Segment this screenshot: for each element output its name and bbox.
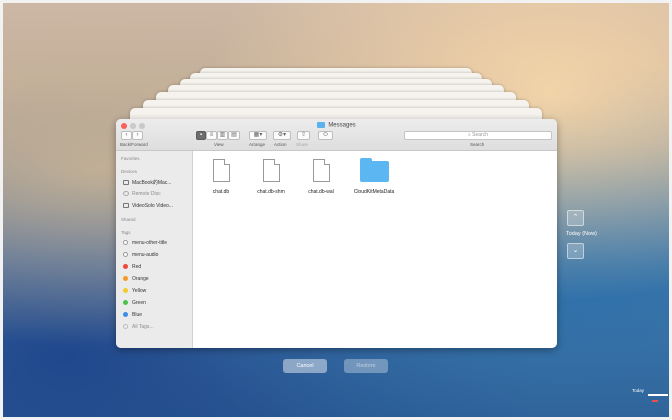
file-area: chat.db chat.db-shm chat.db-wal CloudKit… (193, 151, 557, 348)
sidebar-tag-item[interactable]: All Tags... (123, 324, 154, 330)
sidebar-header-favorites: Favorites (121, 156, 140, 161)
folder-icon (359, 158, 389, 182)
finder-window: Messages ‹ › Back/Forward ▪ ≡ ▥ ▤ View ▦… (116, 119, 557, 348)
folder-item[interactable]: CloudKitMetaData (346, 158, 402, 195)
file-item[interactable]: chat.db (197, 159, 245, 195)
search-input[interactable]: ⌕ Search (404, 131, 552, 140)
window-title: Messages (116, 122, 557, 129)
arrange-label: Arrange (249, 142, 266, 147)
timemachine-down-button[interactable]: ⌄ (567, 243, 584, 259)
share-button[interactable]: ⇧ (297, 131, 310, 140)
sidebar-tag-item[interactable]: menu-other-title (123, 240, 167, 246)
sidebar-tag-item[interactable]: Blue (123, 312, 142, 318)
tag-color-dot (123, 264, 128, 270)
tag-color-dot (123, 252, 128, 258)
grid-icon: ▪ (199, 132, 203, 138)
sidebar-tag-item[interactable]: Green (123, 300, 146, 306)
document-icon (312, 159, 330, 182)
tag-button[interactable]: ⬭ (318, 131, 333, 140)
share-label: Share (296, 142, 309, 147)
action-label: Action (274, 142, 287, 147)
sidebar-header-tags: Tags (121, 230, 131, 235)
disc-icon (123, 191, 129, 197)
list-icon: ≡ (209, 132, 214, 138)
drive-icon (123, 203, 129, 209)
sidebar-tag-item[interactable]: Orange (123, 276, 149, 282)
tag-color-dot (123, 276, 128, 282)
sidebar-item-device[interactable]: Remote Disc (123, 191, 161, 197)
sidebar-tag-item[interactable]: menu-audio (123, 252, 158, 258)
timeline-current-marker (652, 400, 658, 402)
file-name: chat.db-wal (308, 189, 334, 195)
folder-icon (317, 122, 326, 128)
chevron-down-icon: ⌄ (572, 247, 579, 254)
sidebar-item-label: Remote Disc (132, 191, 161, 197)
sidebar-item-label: Blue (132, 312, 143, 318)
coverflow-icon: ▤ (231, 132, 237, 138)
sidebar-item-label: Red (132, 264, 142, 270)
file-name: chat.db-shm (257, 189, 285, 195)
restore-button[interactable]: Restore (344, 359, 388, 373)
sidebar-item-label: MacBook的Mac... (132, 180, 172, 186)
sidebar-tag-item[interactable]: Red (123, 264, 141, 270)
back-button[interactable]: ‹ (121, 131, 132, 140)
chevron-left-icon: ‹ (125, 132, 128, 138)
chevron-up-icon: ⌃ (572, 214, 579, 221)
sidebar-item-label: menu-audio (132, 252, 159, 258)
sidebar-item-label: menu-other-title (132, 240, 168, 246)
sidebar-item-label: VideoSolo Video... (132, 203, 173, 209)
view-icon-button[interactable]: ▪ (196, 131, 206, 140)
search-placeholder: Search (472, 132, 489, 138)
action-button[interactable]: ⚙▾ (273, 131, 291, 140)
view-column-button[interactable]: ▥ (217, 131, 228, 140)
laptop-icon (123, 180, 129, 186)
timemachine-up-button[interactable]: ⌃ (567, 210, 584, 226)
document-icon (212, 159, 230, 182)
sidebar-tag-item[interactable]: Yellow (123, 288, 146, 294)
search-label: Search (470, 142, 485, 147)
toolbar: Messages ‹ › Back/Forward ▪ ≡ ▥ ▤ View ▦… (116, 119, 557, 151)
tag-icon: ⬭ (322, 132, 329, 138)
sidebar-item-device[interactable]: VideoSolo Video... (123, 203, 173, 209)
sidebar-item-device[interactable]: MacBook的Mac... (123, 179, 171, 186)
sidebar-item-label: Green (132, 300, 146, 306)
timeline-label: Today (632, 388, 645, 393)
sidebar-header-shared: Shared (121, 217, 136, 222)
tag-color-dot (123, 324, 128, 330)
share-icon: ⇧ (300, 132, 307, 138)
arrange-button[interactable]: ▦▾ (249, 131, 267, 140)
sidebar-item-label: Orange (132, 276, 149, 282)
timeline-marker[interactable] (648, 394, 668, 396)
view-list-button[interactable]: ≡ (206, 131, 217, 140)
cancel-button[interactable]: Cancel (283, 359, 327, 373)
sidebar-header-devices: Devices (121, 169, 138, 174)
arrange-icon: ▦▾ (253, 132, 263, 138)
forward-button[interactable]: › (132, 131, 143, 140)
back-forward-label: Back/Forward (120, 142, 148, 147)
file-item[interactable]: chat.db-shm (247, 159, 295, 195)
tag-color-dot (123, 240, 128, 246)
gear-icon: ⚙▾ (277, 132, 287, 138)
sidebar-item-label: Yellow (132, 288, 147, 294)
window-title-text: Messages (328, 122, 356, 129)
document-icon (262, 159, 280, 182)
timemachine-now-label: Today (Now) (566, 231, 597, 237)
sidebar: Favorites Devices MacBook的Mac... Remote … (116, 151, 193, 348)
chevron-right-icon: › (136, 132, 139, 138)
file-item[interactable]: chat.db-wal (297, 159, 345, 195)
sidebar-item-label: All Tags... (132, 324, 154, 330)
view-coverflow-button[interactable]: ▤ (228, 131, 240, 140)
file-name: chat.db (212, 189, 230, 195)
tag-color-dot (123, 300, 128, 306)
search-icon: ⌕ (467, 132, 471, 138)
view-label: View (214, 142, 224, 147)
tag-color-dot (123, 312, 128, 318)
file-name: CloudKitMetaData (353, 189, 395, 195)
columns-icon: ▥ (219, 132, 226, 138)
tag-color-dot (123, 288, 128, 294)
